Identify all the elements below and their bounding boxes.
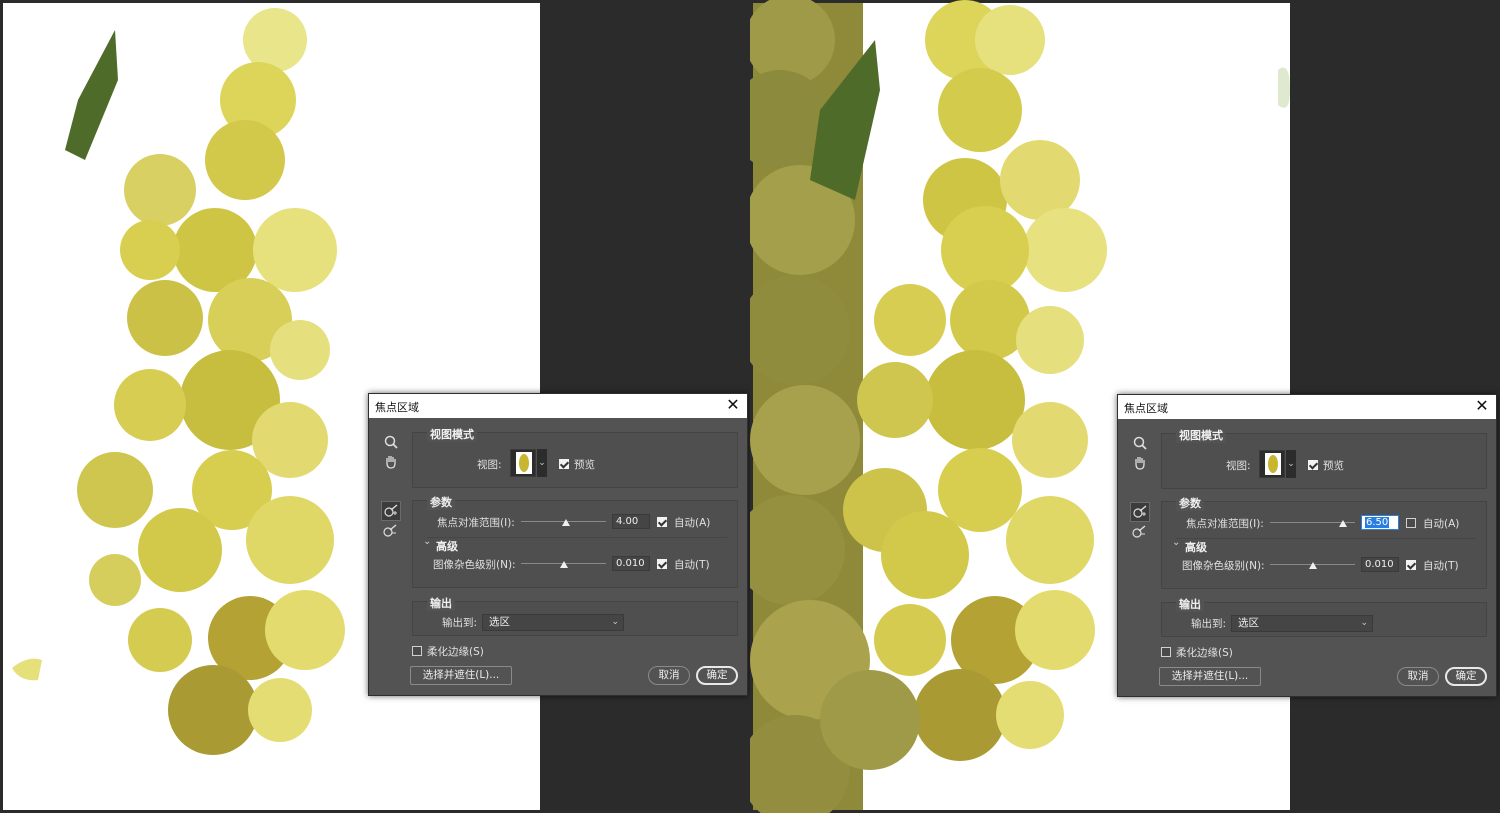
focus-range-label: 焦点对准范围(I): [437,517,515,529]
hand-icon[interactable] [1130,453,1150,473]
focus-area-subtract-icon[interactable] [1130,523,1150,543]
view-label: 视图: [477,459,502,471]
focus-range-input[interactable]: 4.00 [612,514,650,529]
divider [427,537,727,538]
noise-level-slider-handle[interactable] [1308,562,1317,569]
focus-range-label: 焦点对准范围(I): [1186,518,1264,530]
noise-level-label: 图像杂色级别(N): [433,559,516,571]
dialog-titlebar: 焦点区域 ✕ [1118,395,1496,419]
view-mode-title: 视图模式 [1176,427,1226,443]
output-group: 输出 输出到: 选区 ⌄ [1161,596,1487,637]
noise-level-slider-handle[interactable] [559,561,568,568]
soften-edges-checkbox[interactable] [412,646,422,656]
params-group: 参数 焦点对准范围(I): 6.50 自动(A) ⌄ 高级 图像杂色级别(N):… [1161,495,1487,589]
output-to-label: 输出到: [1191,618,1227,630]
focus-area-add-icon[interactable] [381,501,401,521]
dialog-titlebar: 焦点区域 ✕ [369,394,747,418]
focus-range-input[interactable]: 6.50 [1361,515,1399,530]
auto-a-label: 自动(A) [674,517,711,529]
auto-t-label: 自动(T) [1423,560,1459,572]
focus-area-subtract-icon[interactable] [381,522,401,542]
panel-left: 焦点区域 ✕ 视图模式 视图: ⌄ 预览 参数 焦点对准范围(I): 4.00 … [0,0,750,813]
preview-checkbox[interactable] [559,459,569,469]
preview-label: 预览 [1323,460,1344,472]
preview-label: 预览 [574,459,595,471]
ok-button[interactable]: 确定 [696,666,738,685]
auto-a-checkbox[interactable] [1406,518,1416,528]
chevron-down-icon[interactable]: ⌄ [1286,450,1296,478]
focus-range-value: 6.50 [1365,517,1390,528]
view-mode-group: 视图模式 视图: ⌄ 预览 [412,426,738,488]
focus-range-slider-handle[interactable] [562,519,571,526]
focus-area-add-icon[interactable] [1130,502,1150,522]
view-mode-group: 视图模式 视图: ⌄ 预览 [1161,427,1487,489]
divider [1176,538,1476,539]
view-thumbnail[interactable] [510,449,536,477]
focus-area-dialog: 焦点区域 ✕ 视图模式 视图: ⌄ 预览 参数 焦点对准范围(I): [1117,394,1497,697]
focus-area-dialog: 焦点区域 ✕ 视图模式 视图: ⌄ 预览 参数 焦点对准范围(I): [368,393,748,696]
output-title: 输出 [1176,596,1204,612]
output-title: 输出 [427,595,455,611]
auto-t-checkbox[interactable] [657,559,667,569]
noise-level-input[interactable]: 0.010 [612,556,650,571]
panel-right: 焦点区域 ✕ 视图模式 视图: ⌄ 预览 参数 焦点对准范围(I): 6.50 … [750,0,1500,813]
chevron-down-icon[interactable]: ⌄ [537,449,547,477]
select-and-mask-button[interactable]: 选择并遮住(L)... [1159,667,1261,686]
auto-t-checkbox[interactable] [1406,560,1416,570]
advanced-title[interactable]: 高级 [436,538,458,554]
select-and-mask-button[interactable]: 选择并遮住(L)... [410,666,512,685]
view-mode-title: 视图模式 [427,426,477,442]
view-label: 视图: [1226,460,1251,472]
output-group: 输出 输出到: 选区 ⌄ [412,595,738,636]
output-to-label: 输出到: [442,617,478,629]
chevron-down-icon[interactable]: ⌄ [1172,537,1180,548]
close-icon[interactable]: ✕ [1474,397,1490,415]
zoom-icon[interactable] [1130,433,1150,453]
noise-level-value: 0.010 [616,558,645,569]
noise-level-label: 图像杂色级别(N): [1182,560,1265,572]
output-to-value: 选区 [1238,617,1259,629]
zoom-icon[interactable] [381,432,401,452]
params-title: 参数 [427,494,455,510]
cancel-button[interactable]: 取消 [1397,667,1439,686]
ok-button[interactable]: 确定 [1445,667,1487,686]
soften-edges-checkbox[interactable] [1161,647,1171,657]
advanced-title[interactable]: 高级 [1185,539,1207,555]
chevron-down-icon: ⌄ [611,617,619,627]
focus-range-slider-handle[interactable] [1339,520,1348,527]
chevron-down-icon: ⌄ [1360,618,1368,628]
chevron-down-icon[interactable]: ⌄ [423,536,431,547]
params-group: 参数 焦点对准范围(I): 4.00 自动(A) ⌄ 高级 图像杂色级别(N):… [412,494,738,588]
output-to-select[interactable]: 选区 ⌄ [1231,615,1373,632]
soften-edges-label: 柔化边缘(S) [1176,647,1233,659]
dialog-title: 焦点区域 [375,401,419,414]
close-icon[interactable]: ✕ [725,396,741,414]
preview-checkbox[interactable] [1308,460,1318,470]
auto-a-label: 自动(A) [1423,518,1460,530]
output-to-value: 选区 [489,616,510,628]
dialog-title: 焦点区域 [1124,402,1168,415]
params-title: 参数 [1176,495,1204,511]
soften-edges-label: 柔化边缘(S) [427,646,484,658]
output-to-select[interactable]: 选区 ⌄ [482,614,624,631]
focus-range-value: 4.00 [616,516,639,527]
cancel-button[interactable]: 取消 [648,666,690,685]
view-thumbnail[interactable] [1259,450,1285,478]
hand-icon[interactable] [381,452,401,472]
noise-level-input[interactable]: 0.010 [1361,557,1399,572]
auto-a-checkbox[interactable] [657,517,667,527]
auto-t-label: 自动(T) [674,559,710,571]
noise-level-value: 0.010 [1365,559,1394,570]
